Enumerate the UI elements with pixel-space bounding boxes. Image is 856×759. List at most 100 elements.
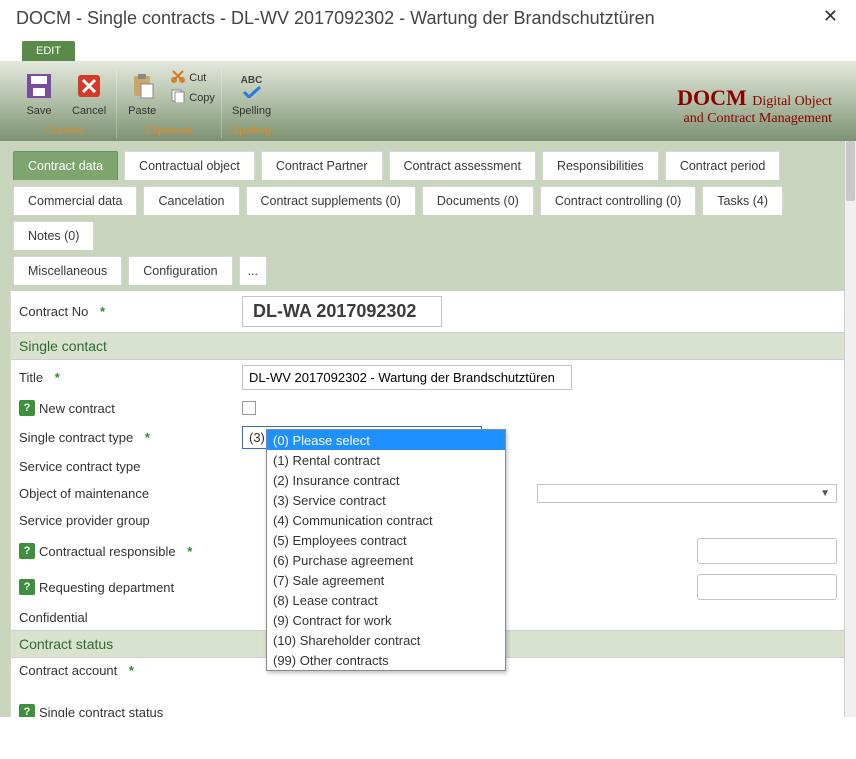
copy-button[interactable]: Copy (171, 89, 215, 106)
form-tab[interactable]: Contract supplements (0) (246, 186, 416, 215)
cut-icon (171, 69, 185, 86)
contract-account-label: Contract account (19, 663, 117, 678)
required-marker: * (100, 304, 105, 319)
save-icon (24, 71, 54, 101)
ribbon-group-commit: Save Cancel Commit (14, 69, 116, 139)
row-title: Title * (11, 360, 845, 395)
contractual-responsible-label: Contractual responsible (39, 544, 176, 559)
copy-icon (171, 89, 185, 106)
ribbon-tab-edit[interactable]: EDIT (22, 41, 75, 61)
form-tab[interactable]: Commercial data (13, 186, 137, 215)
spelling-icon: ABC (237, 71, 267, 101)
cancel-icon (74, 71, 104, 101)
form-tab[interactable]: Contract controlling (0) (540, 186, 696, 215)
form-tab[interactable]: Cancelation (143, 186, 239, 215)
form-tab-strip: Contract dataContractual objectContract … (6, 147, 850, 291)
contractual-responsible-input[interactable] (697, 538, 837, 564)
chevron-down-icon: ▼ (820, 488, 830, 499)
dropdown-option[interactable]: (5) Employees contract (267, 530, 505, 550)
dropdown-option[interactable]: (3) Service contract (267, 490, 505, 510)
contract-no-value: DL-WA 2017092302 (242, 296, 442, 327)
spelling-label: Spelling (232, 105, 271, 117)
required-marker: * (145, 430, 150, 445)
row-new-contract: ? New contract (11, 395, 845, 421)
ribbon-group-label-commit: Commit (46, 125, 84, 137)
new-contract-label: New contract (39, 401, 115, 416)
paste-label: Paste (128, 105, 156, 117)
window-title-bar: DOCM - Single contracts - DL-WV 20170923… (0, 0, 856, 41)
required-marker: * (187, 544, 192, 559)
dropdown-option[interactable]: (8) Lease contract (267, 590, 505, 610)
content-area: Contract dataContractual objectContract … (0, 141, 856, 717)
help-icon[interactable]: ? (19, 543, 35, 559)
ribbon: Save Cancel Commit Paste (0, 61, 856, 141)
title-label: Title (19, 370, 43, 385)
help-icon[interactable]: ? (19, 704, 35, 717)
brand-main: DOCM (677, 85, 747, 110)
row-contract-no: Contract No * DL-WA 2017092302 (11, 291, 845, 332)
form-tab[interactable]: Contract period (665, 151, 780, 180)
required-marker: * (129, 663, 134, 678)
dropdown-option[interactable]: (0) Please select (267, 430, 505, 450)
service-provider-group-label: Service provider group (19, 513, 150, 528)
form-tab[interactable]: Contract assessment (389, 151, 536, 180)
vertical-scrollbar[interactable] (844, 141, 856, 717)
single-contract-type-dropdown[interactable]: (0) Please select(1) Rental contract(2) … (266, 429, 506, 671)
dropdown-option[interactable]: (99) Other contracts (267, 650, 505, 670)
cut-label: Cut (189, 72, 206, 84)
ribbon-group-label-spelling: Spelling (232, 125, 271, 137)
brand-block: DOCM Digital Object and Contract Managem… (677, 85, 832, 127)
paste-button[interactable]: Paste (123, 69, 161, 119)
dropdown-option[interactable]: (1) Rental contract (267, 450, 505, 470)
form-tab[interactable]: Miscellaneous (13, 256, 122, 285)
form-tab[interactable]: ... (239, 256, 267, 285)
form-tab[interactable]: Tasks (4) (702, 186, 783, 215)
cancel-button[interactable]: Cancel (68, 69, 110, 119)
form-tab[interactable]: Contractual object (124, 151, 255, 180)
requesting-department-input[interactable] (697, 574, 837, 600)
new-contract-checkbox[interactable] (242, 401, 256, 415)
close-icon[interactable]: ✕ (823, 6, 838, 27)
form-tab[interactable]: Responsibilities (542, 151, 659, 180)
ribbon-tab-strip: EDIT (0, 41, 856, 61)
single-contract-status-label: Single contract status (39, 705, 163, 718)
form-area: Contract No * DL-WA 2017092302 Single co… (10, 291, 846, 717)
cancel-label: Cancel (72, 105, 106, 117)
paste-icon (127, 71, 157, 101)
help-icon[interactable]: ? (19, 579, 35, 595)
object-of-maintenance-select[interactable]: ▼ (537, 484, 837, 503)
contract-no-label: Contract No (19, 304, 88, 319)
dropdown-option[interactable]: (10) Shareholder contract (267, 630, 505, 650)
save-button[interactable]: Save (20, 69, 58, 119)
ribbon-group-label-clipboard: Clipboard (146, 125, 193, 137)
object-of-maintenance-label: Object of maintenance (19, 486, 149, 501)
dropdown-option[interactable]: (4) Communication contract (267, 510, 505, 530)
ribbon-group-spelling: ABC Spelling Spelling (221, 69, 281, 139)
form-tab[interactable]: Notes (0) (13, 221, 94, 250)
cut-button[interactable]: Cut (171, 69, 215, 86)
form-tab[interactable]: Configuration (128, 256, 232, 285)
service-contract-type-label: Service contract type (19, 459, 140, 474)
form-tab[interactable]: Contract Partner (261, 151, 383, 180)
brand-sub1: Digital Object (752, 94, 832, 109)
requesting-department-label: Requesting department (39, 580, 174, 595)
ribbon-group-clipboard: Paste Cut Copy Clipboard (116, 69, 221, 139)
single-contract-type-label: Single contract type (19, 430, 133, 445)
spelling-button[interactable]: ABC Spelling (228, 69, 275, 119)
section-single-contact: Single contact (11, 332, 845, 360)
title-input[interactable] (242, 365, 572, 390)
scroll-thumb[interactable] (846, 141, 855, 201)
form-tab[interactable]: Contract data (13, 151, 118, 180)
dropdown-option[interactable]: (2) Insurance contract (267, 470, 505, 490)
required-marker: * (55, 370, 60, 385)
brand-sub2: and Contract Management (677, 111, 832, 127)
help-icon[interactable]: ? (19, 400, 35, 416)
copy-label: Copy (189, 92, 215, 104)
window-title: DOCM - Single contracts - DL-WV 20170923… (16, 8, 655, 28)
dropdown-option[interactable]: (9) Contract for work (267, 610, 505, 630)
row-single-contract-status: ? Single contract status (2) Active ▼ (11, 699, 845, 717)
save-label: Save (26, 105, 51, 117)
form-tab[interactable]: Documents (0) (422, 186, 534, 215)
dropdown-option[interactable]: (6) Purchase agreement (267, 550, 505, 570)
dropdown-option[interactable]: (7) Sale agreement (267, 570, 505, 590)
